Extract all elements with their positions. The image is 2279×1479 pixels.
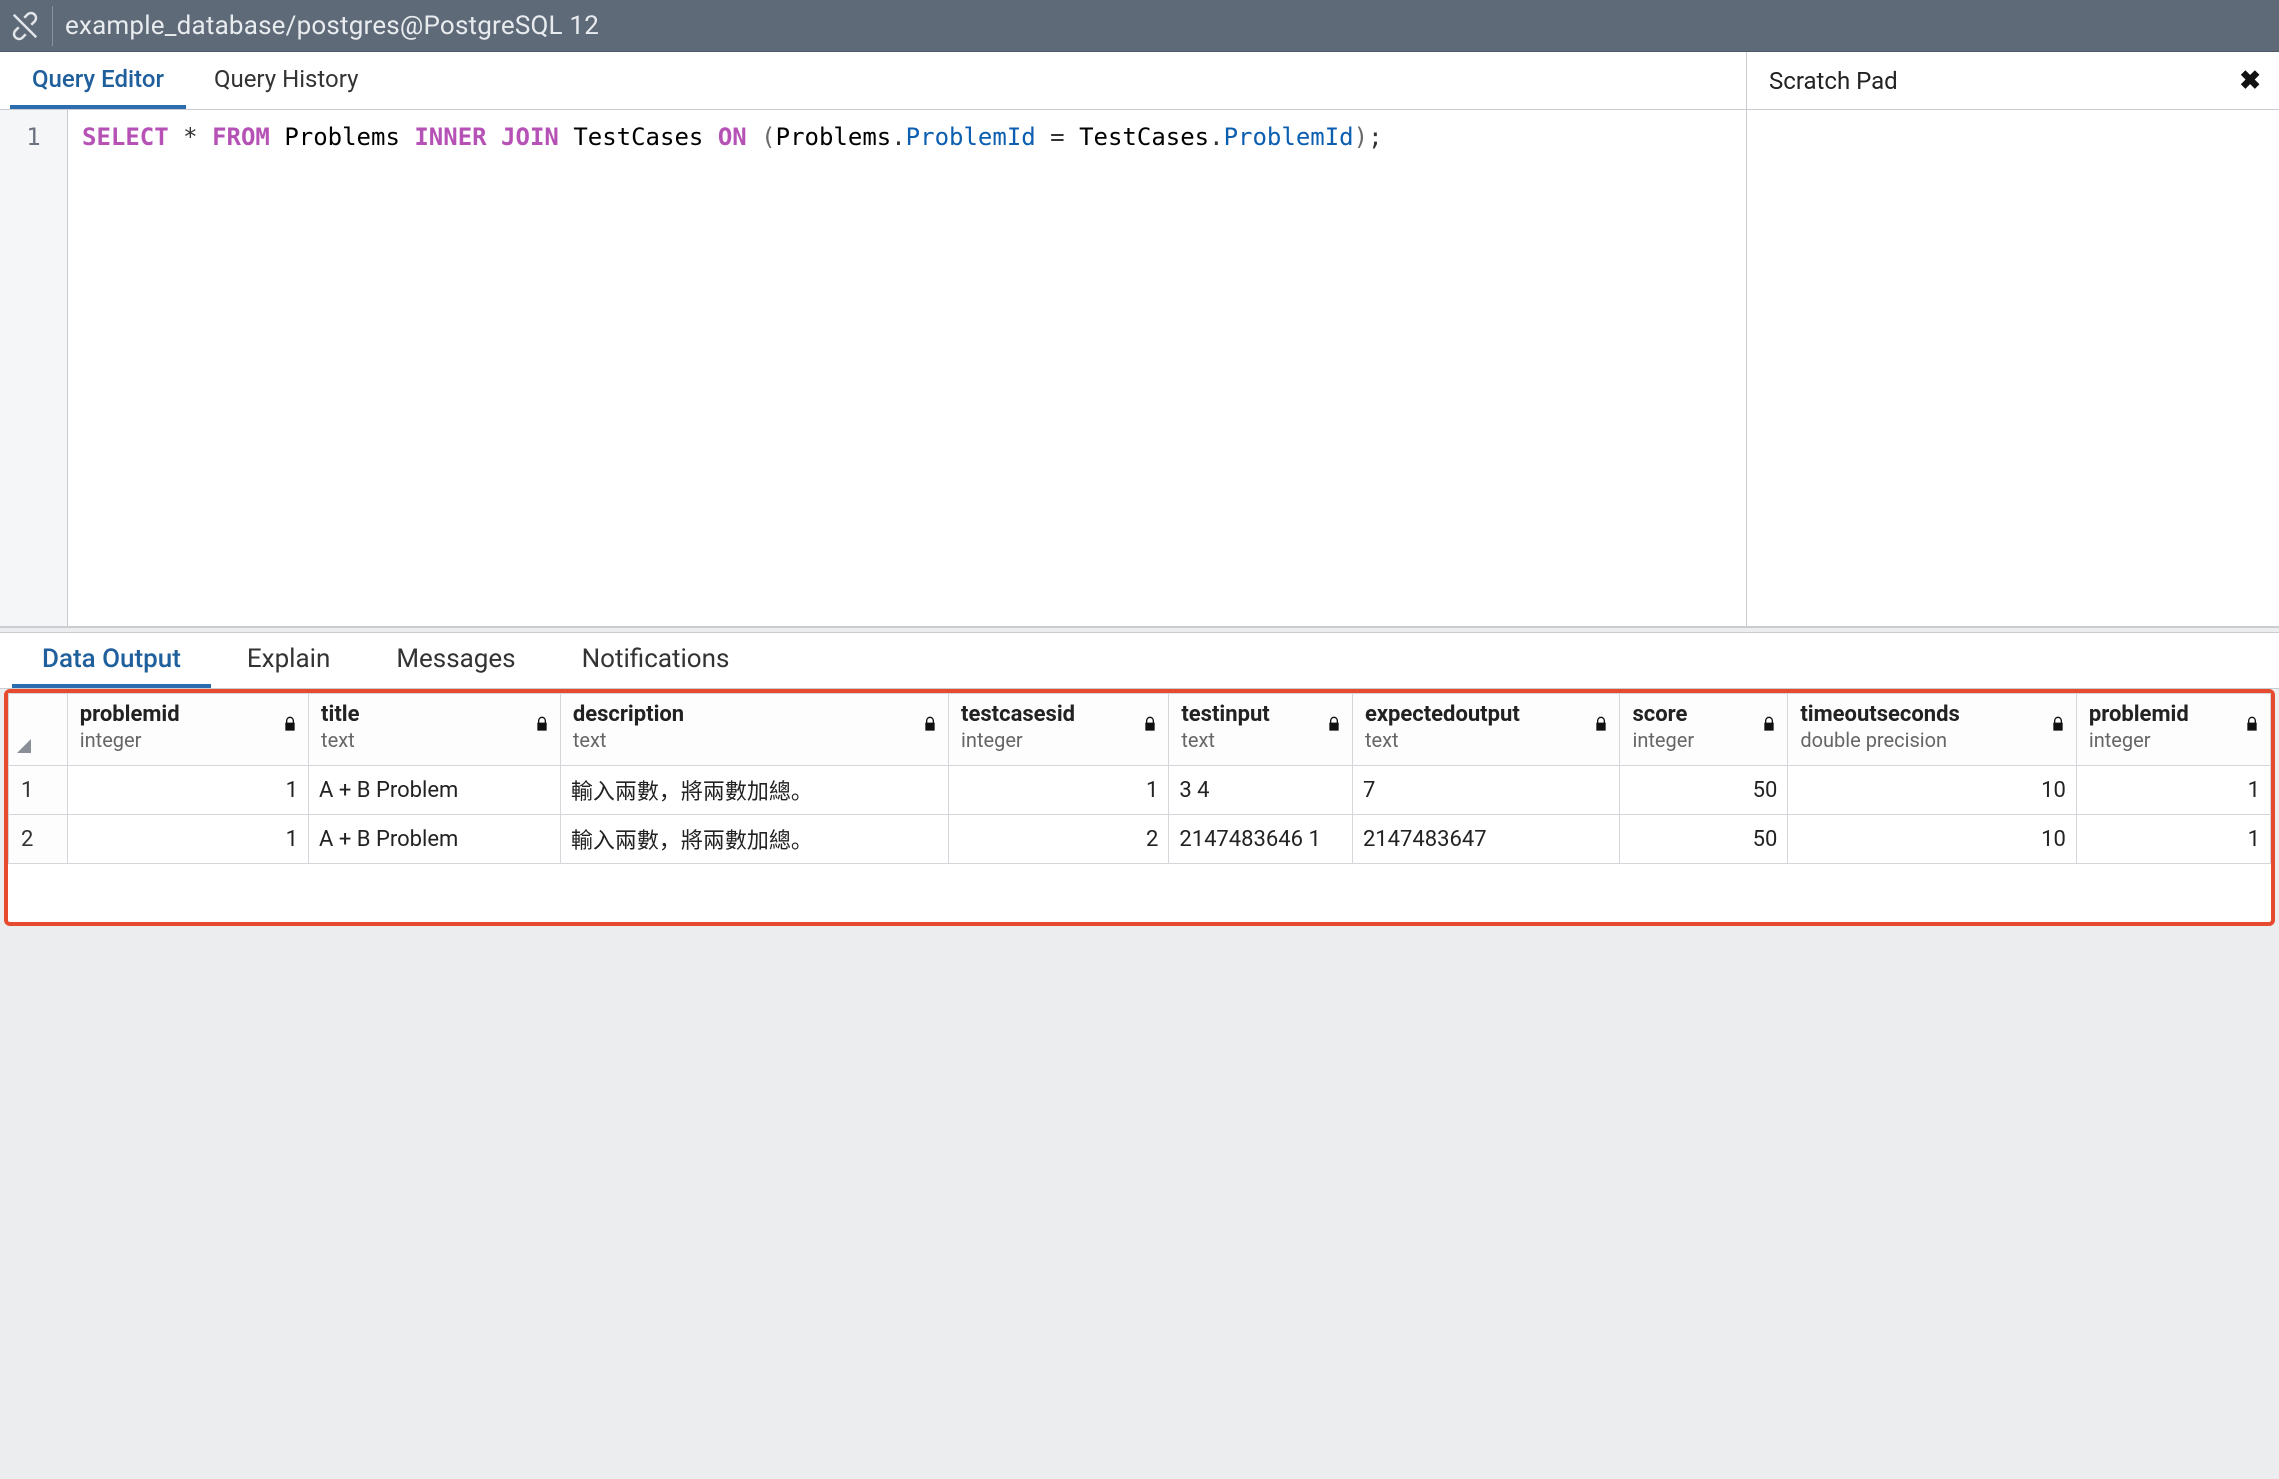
column-header-expectedoutput[interactable]: expectedoutputtext xyxy=(1352,694,1620,766)
scratch-pad-header: Scratch Pad ✖ xyxy=(1747,52,2279,110)
lock-icon[interactable] xyxy=(1593,716,1609,737)
cell-expectedoutput[interactable]: 2147483647 xyxy=(1352,815,1620,864)
column-name: description xyxy=(573,702,938,728)
tab-data-output[interactable]: Data Output xyxy=(12,630,211,688)
column-name: testinput xyxy=(1181,702,1342,728)
cell-problemid[interactable]: 1 xyxy=(2076,815,2270,864)
cell-title[interactable]: A + B Problem xyxy=(309,815,561,864)
results-grid[interactable]: problemidintegertitletextdescriptiontext… xyxy=(8,693,2271,864)
results-grid-highlight: problemidintegertitletextdescriptiontext… xyxy=(4,689,2275,926)
select-all-triangle-icon[interactable] xyxy=(17,739,31,753)
cell-problemid[interactable]: 1 xyxy=(2076,766,2270,815)
column-header-score[interactable]: scoreinteger xyxy=(1620,694,1788,766)
row-number[interactable]: 1 xyxy=(9,766,68,815)
lock-icon[interactable] xyxy=(1761,716,1777,737)
close-icon[interactable]: ✖ xyxy=(2239,66,2261,96)
column-name: testcasesid xyxy=(961,702,1158,728)
column-header-problemid[interactable]: problemidinteger xyxy=(67,694,308,766)
column-type: integer xyxy=(80,728,298,752)
column-type: integer xyxy=(2089,728,2260,752)
column-name: title xyxy=(321,702,550,728)
tab-notifications[interactable]: Notifications xyxy=(552,630,760,688)
cell-score[interactable]: 50 xyxy=(1620,766,1788,815)
tab-explain[interactable]: Explain xyxy=(217,630,360,688)
column-type: text xyxy=(573,728,938,752)
tab-query-editor[interactable]: Query Editor xyxy=(10,51,186,109)
table-row[interactable]: 21A + B Problem輸入兩數，將兩數加總。22147483646 12… xyxy=(9,815,2271,864)
cell-title[interactable]: A + B Problem xyxy=(309,766,561,815)
line-number: 1 xyxy=(0,120,67,154)
cell-score[interactable]: 50 xyxy=(1620,815,1788,864)
lock-icon[interactable] xyxy=(2244,716,2260,737)
column-type: text xyxy=(321,728,550,752)
results-area: Data Output Explain Messages Notificatio… xyxy=(0,633,2279,1479)
cell-testinput[interactable]: 3 4 xyxy=(1169,766,1353,815)
lock-icon[interactable] xyxy=(922,716,938,737)
sql-editor[interactable]: 1 SELECT * FROM Problems INNER JOIN Test… xyxy=(0,110,1746,626)
scratch-pad-body[interactable] xyxy=(1747,110,2279,626)
scratch-pad-title: Scratch Pad xyxy=(1769,67,1898,95)
cell-testcasesid[interactable]: 2 xyxy=(949,815,1169,864)
cell-testcasesid[interactable]: 1 xyxy=(949,766,1169,815)
editor-tabstrip: Query Editor Query History xyxy=(0,52,1746,110)
row-number[interactable]: 2 xyxy=(9,815,68,864)
upper-panes: Query Editor Query History 1 SELECT * FR… xyxy=(0,52,2279,627)
cell-problemid[interactable]: 1 xyxy=(67,766,308,815)
cell-timeoutseconds[interactable]: 10 xyxy=(1788,815,2077,864)
tab-query-history[interactable]: Query History xyxy=(192,51,380,109)
column-type: text xyxy=(1181,728,1342,752)
title-bar: example_database/postgres@PostgreSQL 12 xyxy=(0,0,2279,52)
column-name: timeoutseconds xyxy=(1800,702,2066,728)
lock-icon[interactable] xyxy=(1142,716,1158,737)
column-name: expectedoutput xyxy=(1365,702,1610,728)
column-type: double precision xyxy=(1800,728,2066,752)
divider xyxy=(52,6,53,46)
column-header-problemid[interactable]: problemidinteger xyxy=(2076,694,2270,766)
connection-off-icon xyxy=(10,11,40,41)
cell-timeoutseconds[interactable]: 10 xyxy=(1788,766,2077,815)
table-row[interactable]: 11A + B Problem輸入兩數，將兩數加總。13 4750101 xyxy=(9,766,2271,815)
column-name: problemid xyxy=(80,702,298,728)
column-header-timeoutseconds[interactable]: timeoutsecondsdouble precision xyxy=(1788,694,2077,766)
lock-icon[interactable] xyxy=(1326,716,1342,737)
column-header-title[interactable]: titletext xyxy=(309,694,561,766)
query-editor-pane: Query Editor Query History 1 SELECT * FR… xyxy=(0,52,1747,626)
grid-corner[interactable] xyxy=(9,694,68,766)
cell-description[interactable]: 輸入兩數，將兩數加總。 xyxy=(560,766,948,815)
lock-icon[interactable] xyxy=(282,716,298,737)
connection-title: example_database/postgres@PostgreSQL 12 xyxy=(65,11,599,41)
line-number-gutter: 1 xyxy=(0,110,68,626)
tab-messages[interactable]: Messages xyxy=(366,630,545,688)
sql-code-area[interactable]: SELECT * FROM Problems INNER JOIN TestCa… xyxy=(68,110,1746,626)
lock-icon[interactable] xyxy=(2050,716,2066,737)
cell-problemid[interactable]: 1 xyxy=(67,815,308,864)
cell-testinput[interactable]: 2147483646 1 xyxy=(1169,815,1353,864)
column-type: integer xyxy=(1632,728,1777,752)
column-name: problemid xyxy=(2089,702,2260,728)
column-header-testinput[interactable]: testinputtext xyxy=(1169,694,1353,766)
column-name: score xyxy=(1632,702,1777,728)
cell-expectedoutput[interactable]: 7 xyxy=(1352,766,1620,815)
cell-description[interactable]: 輸入兩數，將兩數加總。 xyxy=(560,815,948,864)
column-header-description[interactable]: descriptiontext xyxy=(560,694,948,766)
column-type: text xyxy=(1365,728,1610,752)
scratch-pad-pane: Scratch Pad ✖ xyxy=(1747,52,2279,626)
column-header-testcasesid[interactable]: testcasesidinteger xyxy=(949,694,1169,766)
lock-icon[interactable] xyxy=(534,716,550,737)
results-tabstrip: Data Output Explain Messages Notificatio… xyxy=(0,633,2279,689)
column-type: integer xyxy=(961,728,1158,752)
